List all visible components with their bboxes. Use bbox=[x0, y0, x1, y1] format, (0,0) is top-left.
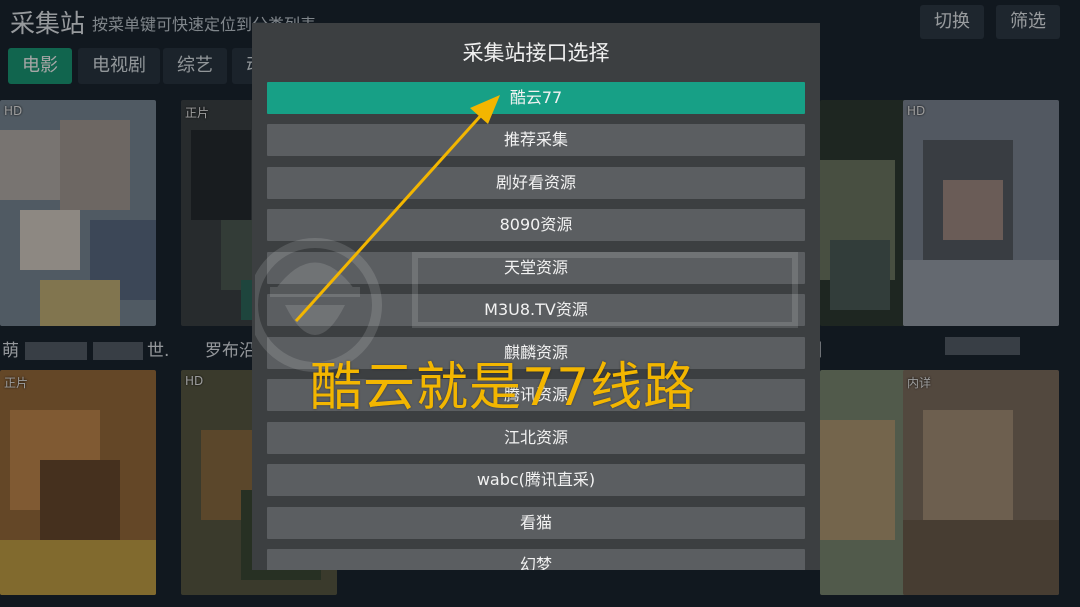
annotation-arrow bbox=[294, 95, 500, 323]
annotation-label: 酷云就是77线路 bbox=[310, 358, 697, 418]
